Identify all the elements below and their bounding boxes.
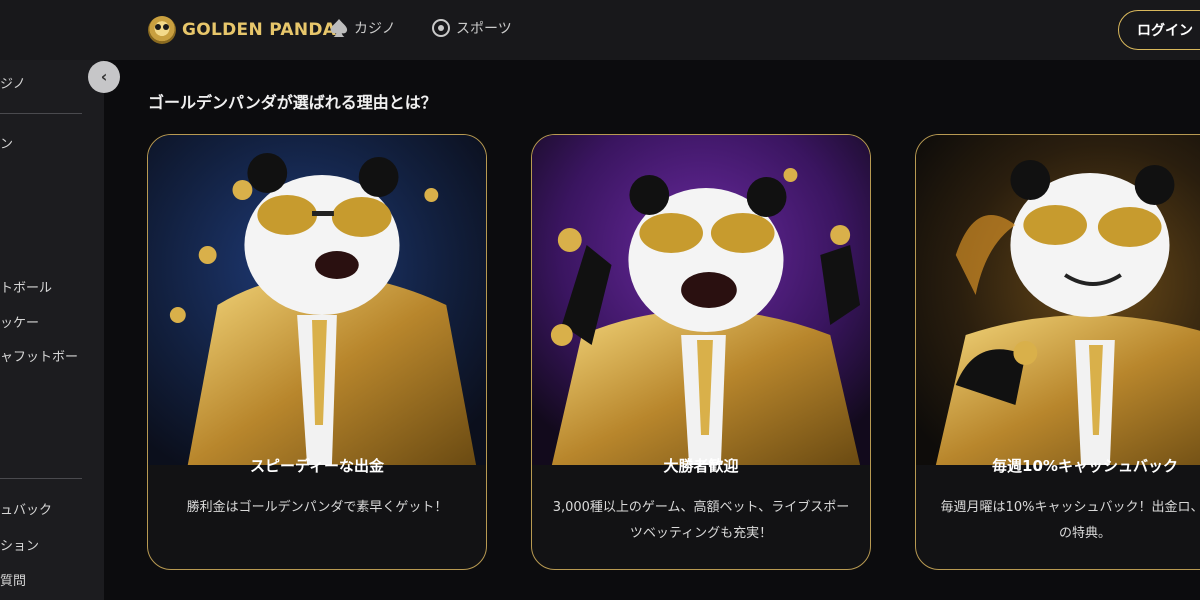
sidebar-item-faq[interactable]: 質問 xyxy=(0,570,26,589)
card-description: 毎週月曜は10%キャッシュバック！出金ロ、安心の特典。 xyxy=(940,500,1200,541)
card-title: スピーディーな出金 xyxy=(250,457,384,475)
login-button[interactable]: ログイン xyxy=(1118,10,1200,50)
sidebar-item-basketball[interactable]: トボール xyxy=(0,277,52,296)
sidebar-item-cashback[interactable]: ュバック xyxy=(0,499,52,518)
card-title: 大勝者歓迎 xyxy=(663,457,739,475)
panda-logo-icon xyxy=(148,16,176,44)
feature-card-weekly-cashback[interactable]: 毎週10%キャッシュバック 毎週月曜は10%キャッシュバック！出金ロ、安心の特典… xyxy=(915,134,1200,570)
spade-icon xyxy=(330,19,348,37)
feature-card-big-winners[interactable]: 大勝者歓迎 3,000種以上のゲーム、高額ベット、ライブスポーツベッティングも充… xyxy=(531,134,871,570)
logo-text: GOLDEN PANDA xyxy=(182,20,337,40)
card-description: 勝利金はゴールデンパンダで素早くゲット！ xyxy=(186,500,448,515)
sidebar: ジノ ン トボール ッケー ャフットボー ュバック ション 質問 xyxy=(0,60,104,600)
sidebar-collapse-button[interactable]: ‹ xyxy=(88,61,120,93)
top-bar: GOLDEN PANDA カジノ スポーツ ログイン xyxy=(0,0,1200,60)
nav-casino[interactable]: カジノ xyxy=(330,18,396,38)
nav-sports-label: スポーツ xyxy=(456,21,512,37)
card-title: 毎週10%キャッシュバック xyxy=(992,457,1178,475)
card-description: 3,000種以上のゲーム、高額ベット、ライブスポーツベッティングも充実！ xyxy=(552,500,850,541)
panda-gold-suit-image xyxy=(148,135,486,465)
nav-casino-label: カジノ xyxy=(354,21,396,37)
feature-card-fast-withdrawal[interactable]: スピーディーな出金 勝利金はゴールデンパンダで素早くゲット！ xyxy=(147,134,487,570)
sidebar-divider xyxy=(0,113,82,114)
sidebar-item-american-football[interactable]: ャフットボー xyxy=(0,346,78,365)
panda-big-winner-image xyxy=(532,135,870,465)
panda-cashback-image xyxy=(916,135,1200,465)
sidebar-item-promotion[interactable]: ション xyxy=(0,535,39,554)
nav-sports[interactable]: スポーツ xyxy=(432,18,512,38)
sidebar-item-casino[interactable]: ジノ xyxy=(0,73,26,92)
chevron-left-icon: ‹ xyxy=(100,67,108,86)
sidebar-divider xyxy=(0,478,82,479)
soccer-ball-icon xyxy=(432,19,450,37)
sidebar-item-hockey[interactable]: ッケー xyxy=(0,312,39,331)
sidebar-item-2[interactable]: ン xyxy=(0,133,13,152)
logo[interactable]: GOLDEN PANDA xyxy=(148,16,336,44)
section-heading: ゴールデンパンダが選ばれる理由とは？ xyxy=(148,93,437,112)
